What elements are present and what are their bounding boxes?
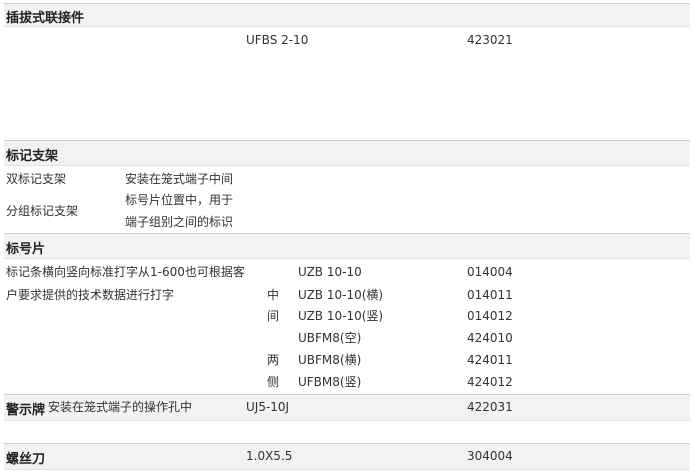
bracket-desc-group-line2: 端子组别之间的标识 (125, 215, 234, 229)
strip-item-code: 424012 (467, 375, 513, 389)
section-header-marker-bracket (4, 140, 690, 166)
strip-desc-line1: 标记条横向竖向标准打字从1-600也可根据客 (6, 265, 245, 279)
strip-item-model: UBFM8(横) (298, 353, 362, 367)
section-header-screwdriver (4, 443, 690, 470)
plug-model: UFBS 2-10 (246, 33, 309, 47)
section-title-marker-bracket: 标记支架 (6, 149, 59, 164)
warning-desc: 安装在笼式端子的操作孔中 (48, 400, 193, 414)
bracket-name-double: 双标记支架 (6, 172, 67, 186)
strip-item-model: UZB 10-10(竖) (298, 309, 384, 323)
section-header-plug (4, 3, 690, 27)
warning-model: UJ5-10J (246, 400, 290, 414)
section-title-screwdriver: 螺丝刀 (6, 452, 46, 467)
strip-group-sides-2: 侧 (267, 375, 280, 389)
strip-group-middle-1: 中 (267, 288, 280, 302)
section-title-plug: 插拔式联接件 (6, 11, 85, 26)
screwdriver-model: 1.0X5.5 (246, 449, 293, 463)
strip-item-code: 014011 (467, 288, 513, 302)
strip-group-sides-1: 两 (267, 353, 280, 367)
strip-item-code: 424010 (467, 331, 513, 345)
section-title-warning: 警示牌 (6, 403, 46, 418)
strip-item-model: UFBM8(竖) (298, 375, 362, 389)
bracket-name-group: 分组标记支架 (6, 204, 79, 218)
strip-item-code: 014012 (467, 309, 513, 323)
strip-item-model: UZB 10-10(横) (298, 288, 384, 302)
plug-code: 423021 (467, 33, 513, 47)
screwdriver-code: 304004 (467, 449, 513, 463)
strip-item-model: UBFM8(空) (298, 331, 362, 345)
strip-item-model: UZB 10-10 (298, 265, 362, 279)
warning-code: 422031 (467, 400, 513, 414)
strip-group-middle-2: 间 (267, 309, 280, 323)
strip-item-code: 424011 (467, 353, 513, 367)
strip-item-code: 014004 (467, 265, 513, 279)
section-title-marker-strip: 标号片 (6, 242, 46, 257)
section-header-marker-strip (4, 233, 690, 259)
bracket-desc-group-line1: 标号片位置中，用于 (125, 193, 234, 207)
strip-desc-line2: 户要求提供的技术数据进行打字 (6, 288, 175, 302)
bracket-desc-double: 安装在笼式端子中间 (125, 172, 234, 186)
